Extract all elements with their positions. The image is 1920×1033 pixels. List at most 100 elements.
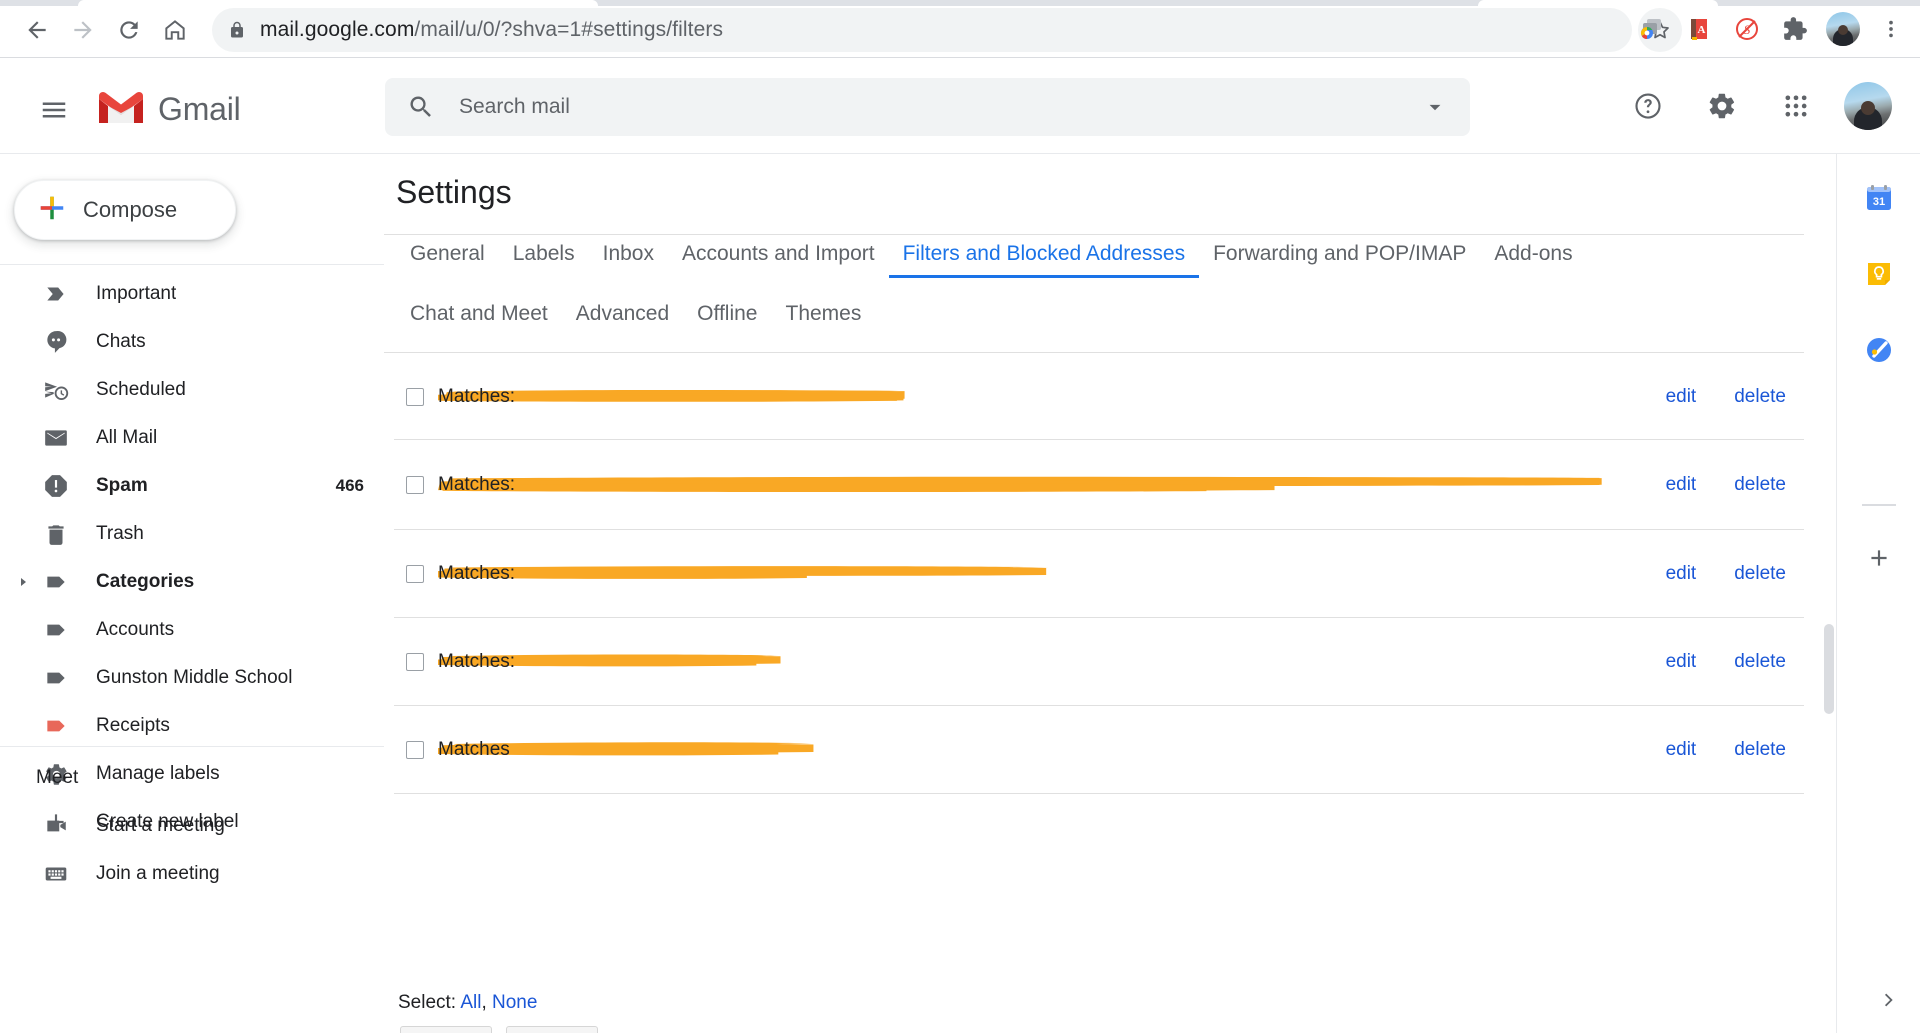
delete-filter-link[interactable]: delete: [1734, 386, 1786, 408]
tab-inbox[interactable]: Inbox: [589, 242, 668, 278]
select-none-link[interactable]: None: [492, 992, 537, 1013]
edit-filter-link[interactable]: edit: [1666, 739, 1697, 761]
edit-filter-link[interactable]: edit: [1666, 563, 1697, 585]
settings-tabs-row-2: Chat and Meet Advanced Offline Themes: [396, 302, 875, 338]
filter-checkbox[interactable]: [406, 652, 424, 671]
redaction-mark: [438, 741, 814, 755]
sidebar-item-label: Gunston Middle School: [96, 667, 293, 688]
sidebar-item-trash[interactable]: Trash: [0, 510, 384, 558]
filter-checkbox[interactable]: [406, 564, 424, 583]
reload-icon[interactable]: [106, 10, 152, 50]
delete-filter-link[interactable]: delete: [1734, 563, 1786, 585]
dictionary-extension-icon[interactable]: A: [1678, 8, 1720, 50]
expand-panel-icon[interactable]: [1872, 983, 1906, 1017]
tab-accounts-and-import[interactable]: Accounts and Import: [668, 242, 889, 278]
tab-filters-and-blocked-addresses[interactable]: Filters and Blocked Addresses: [888, 242, 1200, 278]
tab-chat-and-meet[interactable]: Chat and Meet: [396, 302, 562, 338]
sidebar-item-start-a-meeting[interactable]: Start a meeting: [0, 802, 384, 850]
search-bar[interactable]: [385, 78, 1470, 136]
delete-filter-link[interactable]: delete: [1734, 474, 1786, 496]
search-input[interactable]: [457, 94, 1400, 120]
sidebar-item-receipts[interactable]: Receipts: [0, 702, 384, 750]
filter-prefix: Matches:: [438, 650, 516, 672]
sidebar-item-join-a-meeting[interactable]: Join a meeting: [0, 850, 384, 898]
select-all-link[interactable]: All: [460, 992, 481, 1013]
sidebar-item-important[interactable]: Important: [0, 270, 384, 318]
chevron-down-icon[interactable]: [1400, 78, 1470, 136]
important-marker-icon: [34, 270, 78, 318]
edit-filter-link[interactable]: edit: [1666, 386, 1697, 408]
sidebar-item-all-mail[interactable]: All Mail: [0, 414, 384, 462]
chrome-tab-groups-icon[interactable]: [1630, 8, 1672, 50]
sidebar: Compose Important Chats Scheduled All Ma…: [0, 154, 384, 1033]
profile-avatar[interactable]: [1822, 8, 1864, 50]
edit-filter-link[interactable]: edit: [1666, 651, 1697, 673]
tab-themes[interactable]: Themes: [772, 302, 876, 338]
row-actions: edit delete: [1666, 386, 1786, 408]
account-avatar[interactable]: [1844, 82, 1892, 130]
tab-advanced[interactable]: Advanced: [562, 302, 683, 338]
side-panel: 31: [1836, 154, 1920, 1033]
hamburger-menu-icon[interactable]: [30, 86, 78, 134]
table-row: Matches: edit delete: [394, 440, 1804, 530]
url-domain: mail.google.com: [260, 18, 415, 41]
filter-checkbox[interactable]: [406, 740, 424, 759]
address-bar[interactable]: mail.google.com/mail/u/0/?shva=1#setting…: [212, 8, 1632, 52]
chrome-menu-icon[interactable]: [1870, 8, 1912, 50]
select-row: Select: All, None: [398, 992, 537, 1014]
filter-checkbox[interactable]: [406, 475, 424, 494]
home-icon[interactable]: [152, 10, 198, 50]
chats-icon: [34, 318, 78, 366]
edit-filter-link[interactable]: edit: [1666, 474, 1697, 496]
sidebar-item-label: Scheduled: [96, 379, 186, 400]
forward-arrow-icon[interactable]: [60, 10, 106, 50]
tab-labels[interactable]: Labels: [499, 242, 589, 278]
chevron-right-icon[interactable]: [12, 558, 34, 606]
svg-text:31: 31: [1872, 196, 1884, 208]
help-icon[interactable]: [1622, 80, 1674, 132]
tab-forwarding-and-pop-imap[interactable]: Forwarding and POP/IMAP: [1199, 242, 1480, 278]
scrollbar-track[interactable]: [1822, 154, 1836, 1033]
tab-add-ons[interactable]: Add-ons: [1480, 242, 1586, 278]
sidebar-item-gunston-middle-school[interactable]: Gunston Middle School: [0, 654, 384, 702]
sidebar-item-scheduled[interactable]: Scheduled: [0, 366, 384, 414]
search-icon[interactable]: [385, 78, 457, 136]
gear-icon[interactable]: [1696, 80, 1748, 132]
browser-tab[interactable]: [1478, 0, 1718, 6]
sidebar-item-categories[interactable]: Categories: [0, 558, 384, 606]
blocked-script-extension-icon[interactable]: S: [1726, 8, 1768, 50]
tab-general[interactable]: General: [396, 242, 499, 278]
settings-main-panel: Settings General Labels Inbox Accounts a…: [384, 154, 1836, 1033]
export-button[interactable]: Export: [400, 1026, 492, 1033]
table-row: Matches: edit delete: [394, 354, 1804, 440]
delete-filter-link[interactable]: delete: [1734, 651, 1786, 673]
google-tasks-icon[interactable]: [1855, 326, 1903, 374]
extensions-puzzle-icon[interactable]: [1774, 8, 1816, 50]
compose-button[interactable]: Compose: [14, 180, 236, 240]
apps-grid-icon[interactable]: [1770, 80, 1822, 132]
sidebar-item-label: Important: [96, 283, 177, 304]
gmail-brand[interactable]: Gmail: [96, 88, 241, 131]
sidebar-item-label: Join a meeting: [96, 863, 220, 884]
delete-button[interactable]: Delete: [506, 1026, 598, 1033]
sidebar-item-chats[interactable]: Chats: [0, 318, 384, 366]
label-tag-red-icon: [34, 702, 78, 750]
google-calendar-icon[interactable]: 31: [1855, 174, 1903, 222]
avatar: [1826, 12, 1860, 46]
sidebar-item-spam[interactable]: Spam 466: [0, 462, 384, 510]
back-arrow-icon[interactable]: [14, 10, 60, 50]
delete-filter-link[interactable]: delete: [1734, 739, 1786, 761]
gmail-logo-icon: [96, 88, 146, 131]
browser-tab[interactable]: [78, 0, 598, 6]
scrollbar-thumb[interactable]: [1824, 624, 1834, 714]
filter-checkbox[interactable]: [406, 387, 424, 406]
add-apps-icon[interactable]: [1855, 534, 1903, 582]
sidebar-item-accounts[interactable]: Accounts: [0, 606, 384, 654]
tab-offline[interactable]: Offline: [683, 302, 771, 338]
google-keep-icon[interactable]: [1855, 250, 1903, 298]
browser-nav-buttons: [14, 10, 198, 50]
